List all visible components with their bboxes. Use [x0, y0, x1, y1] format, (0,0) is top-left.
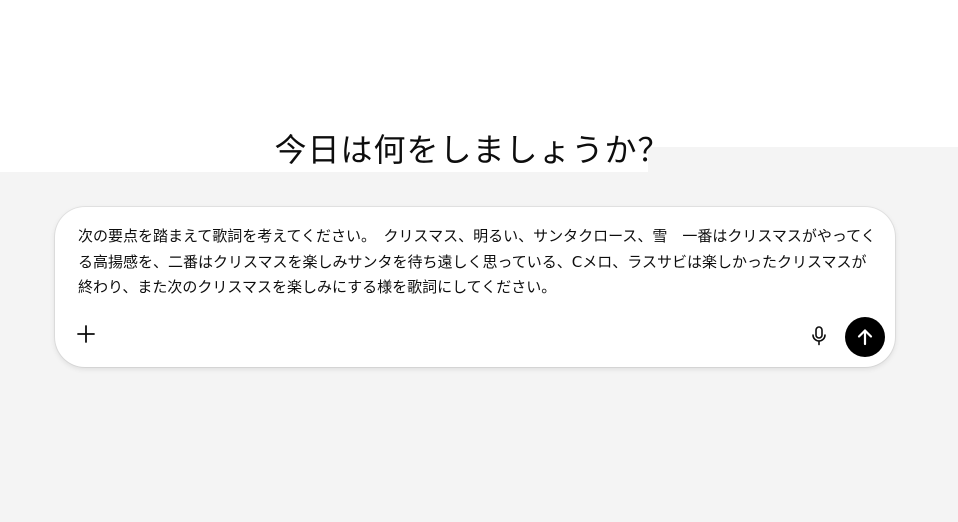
add-attachment-button[interactable]	[73, 321, 99, 347]
plus-icon	[77, 325, 95, 343]
voice-input-button[interactable]	[807, 324, 831, 348]
prompt-input[interactable]: 次の要点を踏まえて歌詞を考えてください。 クリスマス、明るい、サンタクロース、雪…	[78, 224, 878, 301]
send-button[interactable]	[845, 317, 885, 357]
page-title: 今日は何をしましょうか？	[274, 131, 671, 169]
arrow-up-icon	[857, 329, 873, 346]
microphone-icon	[812, 326, 826, 346]
prompt-composer: 次の要点を踏まえて歌詞を考えてください。 クリスマス、明るい、サンタクロース、雪…	[55, 207, 895, 367]
chat-page: 今日は何をしましょうか？ 次の要点を踏まえて歌詞を考えてください。 クリスマス、…	[0, 0, 958, 522]
